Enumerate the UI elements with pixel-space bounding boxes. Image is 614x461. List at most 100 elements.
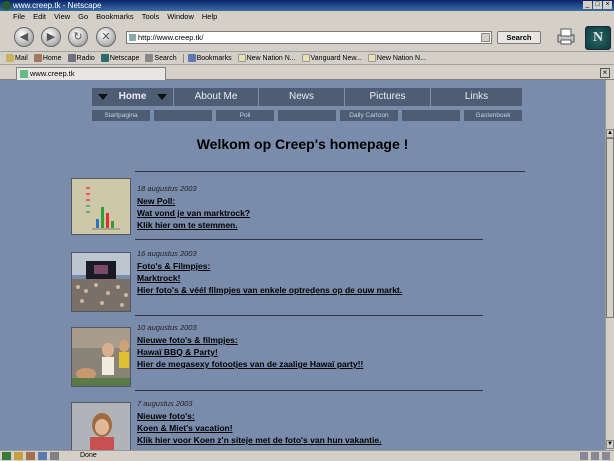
nav-links[interactable]: Links xyxy=(431,88,522,106)
subnav-startpagina[interactable]: Startpagina xyxy=(92,110,150,121)
entry-title-link[interactable]: Nieuwe foto's & filmpjes: xyxy=(137,334,517,346)
personal-toolbar: Mail Home Radio Netscape Search Bookmark… xyxy=(0,52,614,65)
minimize-button[interactable]: _ xyxy=(583,1,592,9)
entry-subtitle-link[interactable]: Koen & Miet's vacation! xyxy=(137,422,517,434)
entry-title-link[interactable]: Nieuwe foto's: xyxy=(137,410,517,422)
window-controls: _ □ × xyxy=(583,1,612,9)
tab-label: www.creep.tk xyxy=(30,69,75,78)
poll-chart-thumbnail[interactable] xyxy=(71,178,131,235)
im-icon[interactable] xyxy=(26,452,35,460)
close-window-button[interactable]: × xyxy=(603,1,612,9)
pb-radio[interactable]: Radio xyxy=(67,54,95,62)
security-lock-icon[interactable] xyxy=(580,452,588,460)
tab-creep[interactable]: www.creep.tk xyxy=(16,67,166,80)
subnav-poll[interactable]: Poll xyxy=(216,110,274,121)
nav-arrow-left-icon xyxy=(98,94,108,100)
netscape-small-icon xyxy=(100,54,109,62)
entry-date: 7 augustus 2003 xyxy=(137,399,193,408)
vacation-thumbnail[interactable] xyxy=(71,402,131,450)
pb-bookmark-1[interactable]: New Nation N... xyxy=(237,54,296,62)
address-book-icon[interactable] xyxy=(50,452,59,460)
pb-home[interactable]: Home xyxy=(33,54,62,62)
news-entry-4: 7 augustus 2003 Nieuwe foto's: Koen & Mi… xyxy=(137,398,517,446)
pb-bookmarks[interactable]: Bookmarks xyxy=(187,54,232,62)
pb-netscape[interactable]: Netscape xyxy=(100,54,139,62)
entry-description-link[interactable]: Hier foto's & véél filmpjes van enkele o… xyxy=(137,284,517,296)
subnav-gastenboek[interactable]: Gastenboek xyxy=(464,110,522,121)
stop-button[interactable]: ✕ xyxy=(96,27,116,47)
url-dropdown-button[interactable] xyxy=(481,33,490,42)
entry-date: 16 augustus 2003 xyxy=(137,249,197,258)
entry-subtitle-link[interactable]: Marktrock! xyxy=(137,272,517,284)
scroll-down-button[interactable]: ▼ xyxy=(606,440,614,449)
pb-mail[interactable]: Mail xyxy=(6,54,28,62)
menu-tools[interactable]: Tools xyxy=(138,11,164,23)
entry-date: 18 augustus 2003 xyxy=(137,184,197,193)
title-bar: www.creep.tk - Netscape _ □ × xyxy=(0,0,614,11)
page-icon xyxy=(129,34,136,41)
pb-search[interactable]: Search xyxy=(145,54,177,62)
stop-icon: ✕ xyxy=(101,31,111,43)
entry-title-link[interactable]: New Poll: xyxy=(137,195,517,207)
subnav-blank-2 xyxy=(278,110,336,121)
marktrock-thumbnail[interactable] xyxy=(71,252,131,312)
netscape-logo[interactable]: N xyxy=(585,26,611,50)
menu-window[interactable]: Window xyxy=(163,11,198,23)
entry-description-link[interactable]: Hier de megasexy fotootjes van de zaalig… xyxy=(137,358,517,370)
page-icon xyxy=(20,70,28,78)
nav-about-me[interactable]: About Me xyxy=(174,88,259,106)
forward-button[interactable]: ▶ xyxy=(41,27,61,47)
close-tab-button[interactable]: × xyxy=(600,68,610,78)
nav-arrow-right-icon xyxy=(157,94,167,100)
tab-bar: www.creep.tk × xyxy=(0,66,614,80)
search-icon xyxy=(145,54,154,62)
menu-bookmarks[interactable]: Bookmarks xyxy=(92,11,138,23)
navigation-toolbar: ◀ ▶ ↻ ✕ http://www.creep.tk/ Search xyxy=(0,23,614,52)
news-entry-1: 18 augustus 2003 New Poll: Wat vond je v… xyxy=(137,183,517,231)
radio-icon xyxy=(67,54,76,62)
online-status-icon xyxy=(591,452,599,460)
hawaii-party-thumbnail[interactable] xyxy=(71,327,131,387)
menu-edit[interactable]: Edit xyxy=(29,11,50,23)
status-text: Done xyxy=(80,452,97,459)
composer-icon[interactable] xyxy=(38,452,47,460)
entry-description-link[interactable]: Klik hier om te stemmen. xyxy=(137,219,517,231)
party-photo xyxy=(72,328,130,386)
entry-subtitle-link[interactable]: Hawaï BBQ & Party! xyxy=(137,346,517,358)
nav-pictures[interactable]: Pictures xyxy=(345,88,431,106)
reload-button[interactable]: ↻ xyxy=(68,27,88,47)
search-button-label: Search xyxy=(506,33,532,42)
entry-description-link[interactable]: Klik hier voor Koen z'n siteje met de fo… xyxy=(137,434,517,446)
nav-news[interactable]: News xyxy=(259,88,345,106)
back-button[interactable]: ◀ xyxy=(14,27,34,47)
component-bar xyxy=(2,452,59,460)
search-button[interactable]: Search xyxy=(497,31,541,44)
menu-file[interactable]: File xyxy=(9,11,29,23)
scroll-up-button[interactable]: ▲ xyxy=(606,129,614,138)
status-indicators xyxy=(580,452,610,460)
subnav-daily-cartoon[interactable]: Daily Cartoon xyxy=(340,110,398,121)
menu-go[interactable]: Go xyxy=(74,11,92,23)
netscape-icon xyxy=(2,1,11,10)
entry-title-link[interactable]: Foto's & Filmpjes: xyxy=(137,260,517,272)
pb-bookmark-2[interactable]: Vanguard New... xyxy=(301,54,362,62)
page-viewport: Home About Me News Pictures Links Startp… xyxy=(0,80,605,450)
entry-subtitle-link[interactable]: Wat vond je van marktrock? xyxy=(137,207,517,219)
divider xyxy=(135,315,483,316)
mail-icon[interactable] xyxy=(14,452,23,460)
news-entry-2: 16 augustus 2003 Foto's & Filmpjes: Mark… xyxy=(137,248,517,296)
nav-home[interactable]: Home xyxy=(92,88,174,106)
navigator-icon[interactable] xyxy=(2,452,11,460)
subnav-blank-3 xyxy=(402,110,460,121)
site-nav: Home About Me News Pictures Links xyxy=(92,88,522,106)
menu-view[interactable]: View xyxy=(50,11,74,23)
maximize-button[interactable]: □ xyxy=(593,1,602,9)
page-title: Welkom op Creep's homepage ! xyxy=(196,136,409,152)
scroll-thumb[interactable] xyxy=(606,138,614,318)
nav-home-label: Home xyxy=(118,91,147,102)
url-field[interactable]: http://www.creep.tk/ xyxy=(126,31,492,44)
pb-bookmark-3[interactable]: New Nation N... xyxy=(367,54,426,62)
print-icon[interactable] xyxy=(555,26,577,46)
menu-help[interactable]: Help xyxy=(198,11,221,23)
vertical-scrollbar[interactable]: ▲ ▼ xyxy=(605,80,614,450)
